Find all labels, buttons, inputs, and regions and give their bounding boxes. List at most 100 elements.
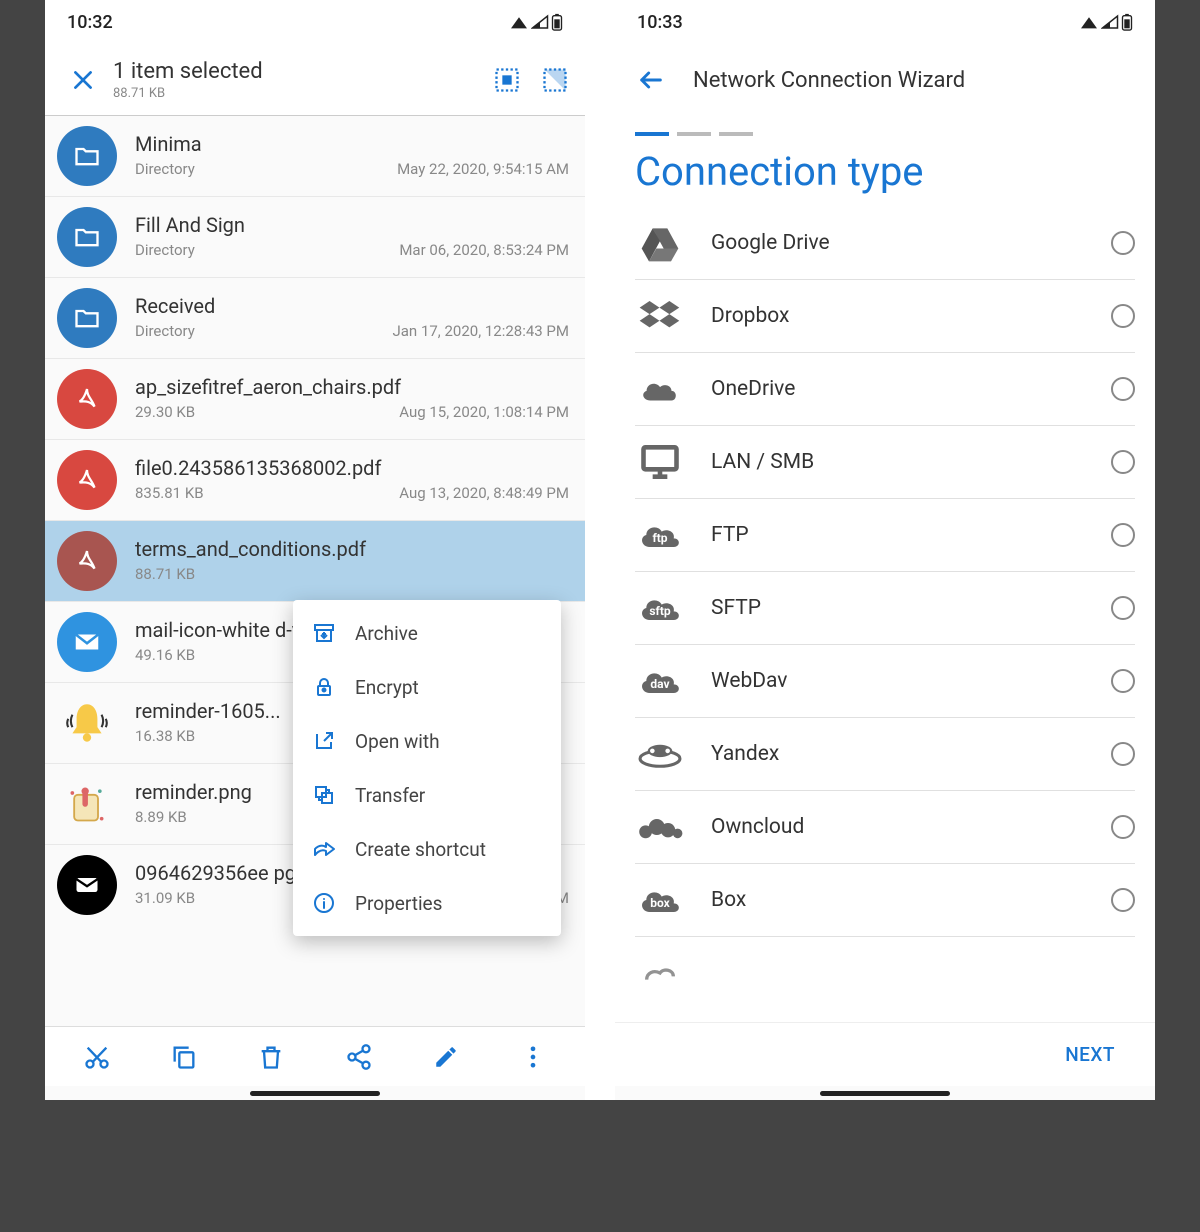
connection-label: OneDrive bbox=[711, 377, 1085, 401]
file-name: file0.243586135368002.pdf bbox=[135, 456, 569, 480]
radio-button[interactable] bbox=[1111, 304, 1135, 328]
file-row[interactable]: MinimaDirectoryMay 22, 2020, 9:54:15 AM bbox=[45, 116, 585, 196]
selection-title: 1 item selected bbox=[113, 59, 493, 84]
openwith-icon bbox=[311, 728, 337, 754]
menu-item-lock[interactable]: Encrypt bbox=[293, 660, 561, 714]
menu-label: Open with bbox=[355, 730, 440, 753]
status-icons bbox=[509, 13, 563, 31]
connection-item[interactable]: dav WebDav bbox=[635, 645, 1135, 718]
menu-item-shortcut[interactable]: Create shortcut bbox=[293, 822, 561, 876]
dropbox-icon bbox=[635, 296, 685, 336]
svg-text:ftp: ftp bbox=[652, 531, 667, 545]
menu-label: Archive bbox=[355, 622, 418, 645]
menu-item-transfer[interactable]: Transfer bbox=[293, 768, 561, 822]
nav-bar bbox=[615, 1086, 1155, 1100]
radio-button[interactable] bbox=[1111, 450, 1135, 474]
next-button[interactable]: NEXT bbox=[1065, 1043, 1115, 1066]
wizard-app-bar: Network Connection Wizard bbox=[615, 44, 1155, 116]
radio-button[interactable] bbox=[1111, 888, 1135, 912]
menu-item-archive[interactable]: Archive bbox=[293, 606, 561, 660]
shortcut-icon bbox=[311, 836, 337, 862]
lock-icon bbox=[311, 674, 337, 700]
connection-list[interactable]: Google Drive Dropbox OneDrive LAN / SMBftpF… bbox=[615, 207, 1155, 993]
onedrive-icon bbox=[635, 369, 685, 409]
svg-text:box: box bbox=[650, 896, 670, 910]
file-name: Received bbox=[135, 294, 569, 318]
file-date: Mar 06, 2020, 8:53:24 PM bbox=[399, 241, 569, 259]
connection-label: SFTP bbox=[711, 596, 1085, 620]
nav-bar bbox=[45, 1086, 585, 1100]
next-bar: NEXT bbox=[615, 1022, 1155, 1086]
close-button[interactable] bbox=[61, 67, 105, 93]
file-date: Jan 17, 2020, 12:28:43 PM bbox=[393, 322, 570, 340]
invert-select-icon[interactable] bbox=[541, 66, 569, 94]
wizard-screen: 10:33 Network Connection Wizard Connecti… bbox=[615, 0, 1155, 1100]
connection-item[interactable]: ftpFTP bbox=[635, 499, 1135, 572]
file-size: 49.16 KB bbox=[135, 646, 195, 664]
file-row[interactable]: terms_and_conditions.pdf 88.71 KB bbox=[45, 520, 585, 601]
cut-button[interactable] bbox=[75, 1035, 119, 1079]
connection-item[interactable]: Owncloud bbox=[635, 791, 1135, 864]
connection-item[interactable]: Dropbox bbox=[635, 280, 1135, 353]
radio-button[interactable] bbox=[1111, 231, 1135, 255]
copy-button[interactable] bbox=[162, 1035, 206, 1079]
webdav-icon: dav bbox=[635, 661, 685, 701]
radio-button[interactable] bbox=[1111, 742, 1135, 766]
status-icons bbox=[1079, 13, 1133, 31]
file-row[interactable]: ReceivedDirectoryJan 17, 2020, 12:28:43 … bbox=[45, 277, 585, 358]
status-time: 10:32 bbox=[67, 12, 113, 33]
share-button[interactable] bbox=[337, 1035, 381, 1079]
menu-label: Encrypt bbox=[355, 676, 419, 699]
radio-button[interactable] bbox=[1111, 596, 1135, 620]
box-icon: box bbox=[635, 880, 685, 920]
bottom-action-bar bbox=[45, 1026, 585, 1086]
delete-button[interactable] bbox=[249, 1035, 293, 1079]
connection-item[interactable]: Yandex bbox=[635, 718, 1135, 791]
owncloud-icon bbox=[635, 807, 685, 847]
file-size: 835.81 KB bbox=[135, 484, 204, 502]
file-row[interactable]: file0.243586135368002.pdf 835.81 KB Aug 13… bbox=[45, 439, 585, 520]
file-name: terms_and_conditions.pdf bbox=[135, 537, 569, 561]
file-name: ap_sizefitref_aeron_chairs.pdf bbox=[135, 375, 569, 399]
gdrive-icon bbox=[635, 223, 685, 263]
menu-item-info[interactable]: Properties bbox=[293, 876, 561, 930]
connection-label: Box bbox=[711, 888, 1085, 912]
wizard-title-bar: Network Connection Wizard bbox=[693, 68, 965, 93]
status-bar: 10:33 bbox=[615, 0, 1155, 44]
connection-item[interactable]: LAN / SMB bbox=[635, 426, 1135, 499]
file-size: Directory bbox=[135, 241, 195, 259]
yandex-icon bbox=[635, 734, 685, 774]
svg-text:dav: dav bbox=[650, 677, 669, 691]
status-time: 10:33 bbox=[637, 12, 683, 33]
radio-button[interactable] bbox=[1111, 523, 1135, 547]
radio-button[interactable] bbox=[1111, 669, 1135, 693]
select-all-icon[interactable] bbox=[493, 66, 521, 94]
edit-button[interactable] bbox=[424, 1035, 468, 1079]
file-date: May 22, 2020, 9:54:15 AM bbox=[397, 160, 569, 178]
menu-label: Transfer bbox=[355, 784, 425, 807]
connection-item[interactable]: box Box bbox=[635, 864, 1135, 937]
connection-item[interactable]: Google Drive bbox=[635, 207, 1135, 280]
more-button[interactable] bbox=[511, 1035, 555, 1079]
connection-label: Google Drive bbox=[711, 231, 1085, 255]
ftp-icon: ftp bbox=[635, 515, 685, 555]
menu-label: Create shortcut bbox=[355, 838, 486, 861]
svg-text:sftp: sftp bbox=[649, 604, 671, 618]
connection-label: Owncloud bbox=[711, 815, 1085, 839]
connection-label: WebDav bbox=[711, 669, 1085, 693]
connection-item[interactable]: sftp SFTP bbox=[635, 572, 1135, 645]
file-size: 16.38 KB bbox=[135, 727, 195, 745]
back-button[interactable] bbox=[629, 66, 673, 94]
file-size: 88.71 KB bbox=[135, 565, 195, 583]
menu-item-openwith[interactable]: Open with bbox=[293, 714, 561, 768]
file-size: 8.89 KB bbox=[135, 808, 187, 826]
menu-label: Properties bbox=[355, 892, 442, 915]
file-row[interactable]: ap_sizefitref_aeron_chairs.pdf29.30 KBAu… bbox=[45, 358, 585, 439]
progress-steps bbox=[615, 116, 1155, 144]
radio-button[interactable] bbox=[1111, 377, 1135, 401]
file-row[interactable]: Fill And SignDirectoryMar 06, 2020, 8:53… bbox=[45, 196, 585, 277]
radio-button[interactable] bbox=[1111, 815, 1135, 839]
file-date: Aug 13, 2020, 8:48:49 PM bbox=[399, 484, 569, 502]
connection-item[interactable]: OneDrive bbox=[635, 353, 1135, 426]
section-title: Connection type bbox=[615, 144, 1155, 207]
